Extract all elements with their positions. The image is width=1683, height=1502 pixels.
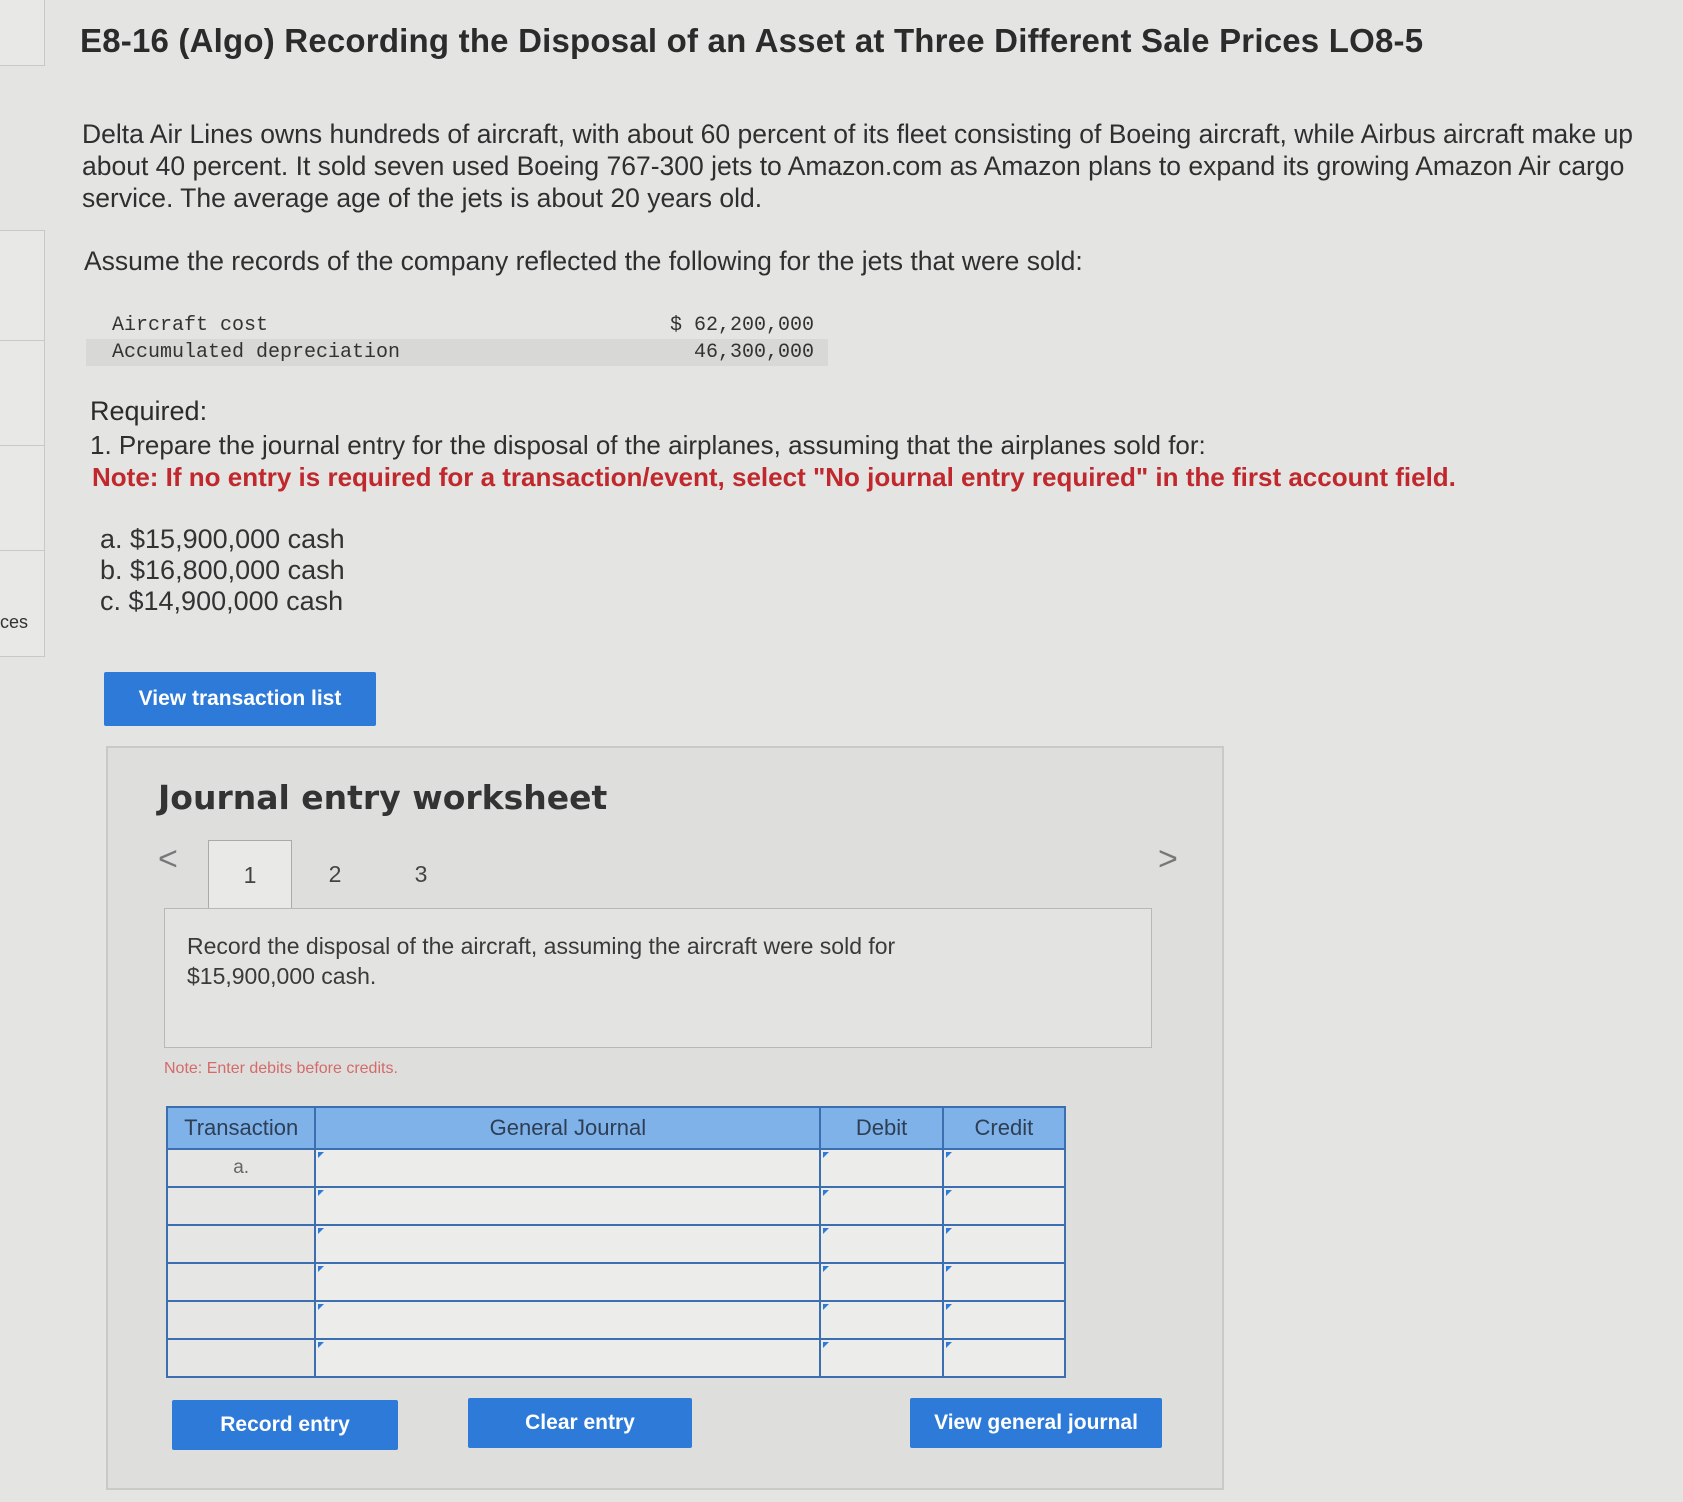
journal-row — [165, 1300, 1067, 1340]
journal-row — [165, 1224, 1067, 1264]
option-item: b. $16,800,000 cash — [100, 555, 345, 585]
tab-3[interactable]: 3 — [380, 840, 462, 908]
credit-input[interactable] — [941, 1300, 1067, 1340]
debit-input[interactable] — [819, 1300, 944, 1340]
record-value: 46,300,000 — [693, 341, 814, 364]
problem-paragraph: Delta Air Lines owns hundreds of aircraf… — [82, 118, 1682, 214]
required-item: 1. Prepare the journal entry for the dis… — [90, 430, 1206, 460]
records-row: Aircraft cost $ 62,200,000 — [86, 312, 828, 339]
debit-input[interactable] — [819, 1224, 944, 1264]
record-label: Aircraft cost — [112, 314, 269, 337]
rail-tab[interactable] — [0, 550, 45, 657]
journal-entry-worksheet: Journal entry worksheet < 1 2 3 > Record… — [106, 746, 1224, 1490]
debit-input[interactable] — [819, 1338, 944, 1378]
credit-input[interactable] — [941, 1338, 1067, 1378]
transaction-cell — [165, 1224, 317, 1264]
worksheet-title: Journal entry worksheet — [158, 778, 608, 817]
transaction-cell — [165, 1300, 317, 1340]
account-select[interactable] — [314, 1148, 822, 1188]
journal-row — [165, 1186, 1067, 1226]
record-value: $ 62,200,000 — [669, 314, 814, 337]
records-table: Aircraft cost $ 62,200,000 Accumulated d… — [86, 312, 828, 366]
clear-entry-button[interactable]: Clear entry — [468, 1398, 692, 1448]
account-select[interactable] — [314, 1224, 822, 1264]
chevron-left-icon[interactable]: < — [158, 840, 178, 879]
transaction-cell — [165, 1186, 317, 1226]
transaction-cell — [165, 1262, 317, 1302]
chevron-right-icon[interactable]: > — [1158, 840, 1178, 879]
paragraph-line: service. The average age of the jets is … — [82, 183, 763, 213]
header-credit: Credit — [941, 1106, 1067, 1150]
required-note: Note: If no entry is required for a tran… — [92, 462, 1456, 492]
credit-input[interactable] — [941, 1224, 1067, 1264]
transaction-cell — [165, 1338, 317, 1378]
journal-header-row: Transaction General Journal Debit Credit — [165, 1106, 1067, 1150]
left-rail: ces — [0, 0, 45, 660]
credit-input[interactable] — [941, 1148, 1067, 1188]
rail-label: ces — [0, 612, 29, 632]
credit-input[interactable] — [941, 1186, 1067, 1226]
debits-note: Note: Enter debits before credits. — [164, 1060, 398, 1077]
debit-input[interactable] — [819, 1186, 944, 1226]
problem-title: E8-16 (Algo) Recording the Disposal of a… — [80, 22, 1424, 59]
sale-price-options: a. $15,900,000 cash b. $16,800,000 cash … — [100, 524, 345, 617]
tab-1[interactable]: 1 — [208, 840, 292, 909]
rail-tab[interactable] — [0, 230, 45, 342]
credit-input[interactable] — [941, 1262, 1067, 1302]
records-row: Accumulated depreciation 46,300,000 — [86, 339, 828, 366]
rail-tab[interactable] — [0, 340, 45, 447]
account-select[interactable] — [314, 1186, 822, 1226]
account-select[interactable] — [314, 1300, 822, 1340]
record-label: Accumulated depreciation — [112, 341, 401, 364]
rail-tab[interactable] — [0, 445, 45, 552]
paragraph-line: Delta Air Lines owns hundreds of aircraf… — [82, 119, 1634, 149]
header-transaction: Transaction — [165, 1106, 317, 1150]
view-general-journal-button[interactable]: View general journal — [910, 1398, 1162, 1448]
option-item: a. $15,900,000 cash — [100, 524, 345, 554]
journal-table: Transaction General Journal Debit Credit… — [165, 1106, 1067, 1378]
required-heading: Required: — [90, 396, 208, 426]
rail-tab[interactable] — [0, 0, 45, 66]
assume-text: Assume the records of the company reflec… — [84, 246, 1083, 276]
debit-input[interactable] — [819, 1148, 944, 1188]
option-item: c. $14,900,000 cash — [100, 586, 344, 616]
transaction-cell: a. — [165, 1148, 317, 1188]
debit-input[interactable] — [819, 1262, 944, 1302]
journal-row — [165, 1262, 1067, 1302]
header-general-journal: General Journal — [314, 1106, 822, 1150]
header-debit: Debit — [819, 1106, 944, 1150]
record-entry-button[interactable]: Record entry — [172, 1400, 398, 1450]
view-transaction-list-button[interactable]: View transaction list — [104, 672, 376, 726]
tab-2[interactable]: 2 — [294, 840, 376, 908]
prompt-line: Record the disposal of the aircraft, ass… — [187, 933, 896, 959]
prompt-text: Record the disposal of the aircraft, ass… — [187, 931, 895, 991]
account-select[interactable] — [314, 1262, 822, 1302]
paragraph-line: about 40 percent. It sold seven used Boe… — [82, 151, 1625, 181]
journal-row: a. — [165, 1148, 1067, 1188]
prompt-line: $15,900,000 cash. — [187, 963, 377, 989]
account-select[interactable] — [314, 1338, 822, 1378]
prompt-box: Record the disposal of the aircraft, ass… — [164, 908, 1152, 1048]
journal-row — [165, 1338, 1067, 1378]
